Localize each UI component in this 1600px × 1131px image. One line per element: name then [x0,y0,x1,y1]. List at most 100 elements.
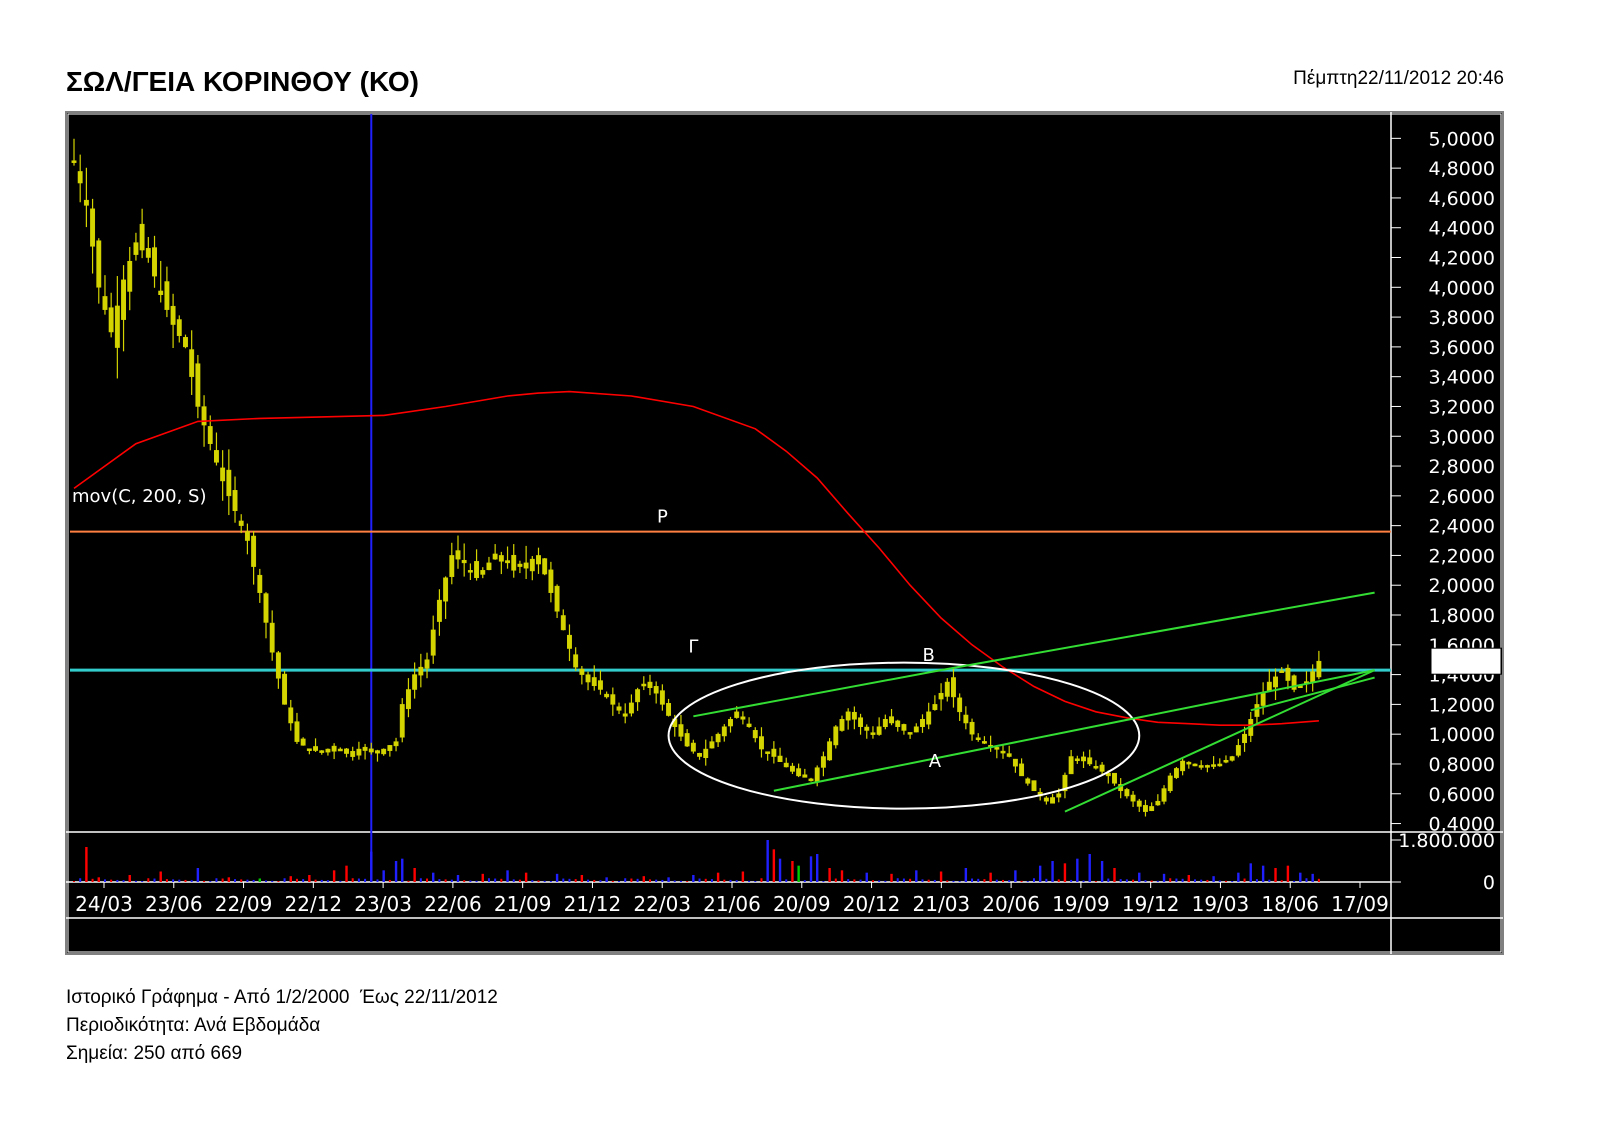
volume-bar [103,879,106,882]
candle-body [1012,758,1018,767]
candle-body [164,281,170,310]
candle-body [628,702,634,714]
candle-body [647,681,653,688]
candle-body [920,719,925,728]
volume-bar [1150,880,1153,882]
volume-bar [661,879,664,882]
volume-bar [543,880,546,882]
candle-body [759,736,764,750]
volume-bar [308,875,311,882]
candle-body [436,599,442,622]
candle-body [1223,759,1229,763]
candle-body [851,711,857,720]
volume-bar [339,880,342,882]
volume-bar [958,881,961,882]
y-tick-label: 2,6000 [1429,486,1495,508]
volume-bar [1057,879,1060,882]
volume-bar [1076,858,1079,882]
candle-body [548,569,554,593]
volume-bar [1002,879,1005,882]
volume-bar [673,880,676,882]
candle-body [1093,765,1099,769]
volume-bar [562,878,565,882]
volume-bar [345,865,348,882]
candle-body [523,562,529,569]
candle-body [1186,761,1192,765]
candle-body [1087,757,1093,765]
candle-body [536,555,541,565]
candle-body [139,223,145,251]
candle-body [777,755,783,762]
annotation-label: Γ [688,636,698,657]
x-tick-label: 24/03 [75,892,133,916]
candle-body [368,748,374,753]
x-tick-label: 23/06 [145,892,203,916]
candle-body [474,561,480,579]
y-tick-label: 5,0000 [1429,128,1495,150]
volume-bar [388,879,391,882]
volume-bar [475,880,478,882]
volume-bar [580,875,584,882]
candle-body [232,490,238,511]
candle-body [220,467,226,482]
volume-bar [134,880,137,882]
volume-bar [1144,880,1147,882]
candle-body [610,694,616,705]
candle-body [845,711,851,721]
volume-tick-label: 0 [1483,872,1495,894]
volume-bar [1317,878,1320,882]
volume-bar [599,880,602,882]
candle-body [71,160,77,163]
volume-bar [1156,880,1159,882]
volume-bar [128,875,131,882]
candle-body [1279,670,1285,673]
volume-bar [1038,865,1042,882]
candle-body [1130,794,1136,802]
candle-body [765,751,771,754]
volume-bar [636,878,639,882]
volume-bar [760,878,763,882]
periodicity-text: Περιοδικότητα: Ανά Εβδομάδα [66,1015,321,1036]
volume-bar [524,872,528,882]
volume-bar [1311,873,1314,882]
volume-bar [1268,879,1271,882]
volume-bar [909,878,912,882]
candle-body [542,558,548,575]
candle-body [1112,772,1117,784]
volume-bar [865,872,868,882]
candle-body [746,723,752,727]
candle-body [981,741,987,744]
volume-bar [85,847,88,882]
candle-body [616,706,622,711]
volume-bar [481,873,484,882]
candle-body [381,748,387,755]
candle-body [1167,775,1173,792]
y-tick-label: 3,8000 [1429,307,1495,329]
y-tick-label: 4,0000 [1429,277,1495,299]
volume-bar [97,877,100,882]
candle-body [1260,692,1266,706]
x-tick-label: 21/12 [564,892,622,916]
volume-bar [822,881,825,882]
volume-bar [79,878,82,882]
volume-bar [803,880,806,882]
candle-body [461,559,467,564]
candle-body [529,558,535,572]
candle-body [251,535,257,567]
volume-bar [1286,865,1290,882]
volume-bar [1113,868,1116,882]
candle-body [876,726,882,735]
candle-body [944,681,950,697]
candle-body [907,732,913,735]
volume-bar [791,861,794,882]
volume-bar [1194,879,1197,882]
volume-bar [165,879,168,882]
volume-bar [1119,879,1122,882]
volume-bar [871,880,874,882]
volume-bar [549,881,552,882]
volume-bar [605,877,608,882]
volume-bar [977,878,980,882]
x-tick-label: 21/03 [913,892,971,916]
volume-bar [289,876,292,882]
candle-body [802,774,808,778]
